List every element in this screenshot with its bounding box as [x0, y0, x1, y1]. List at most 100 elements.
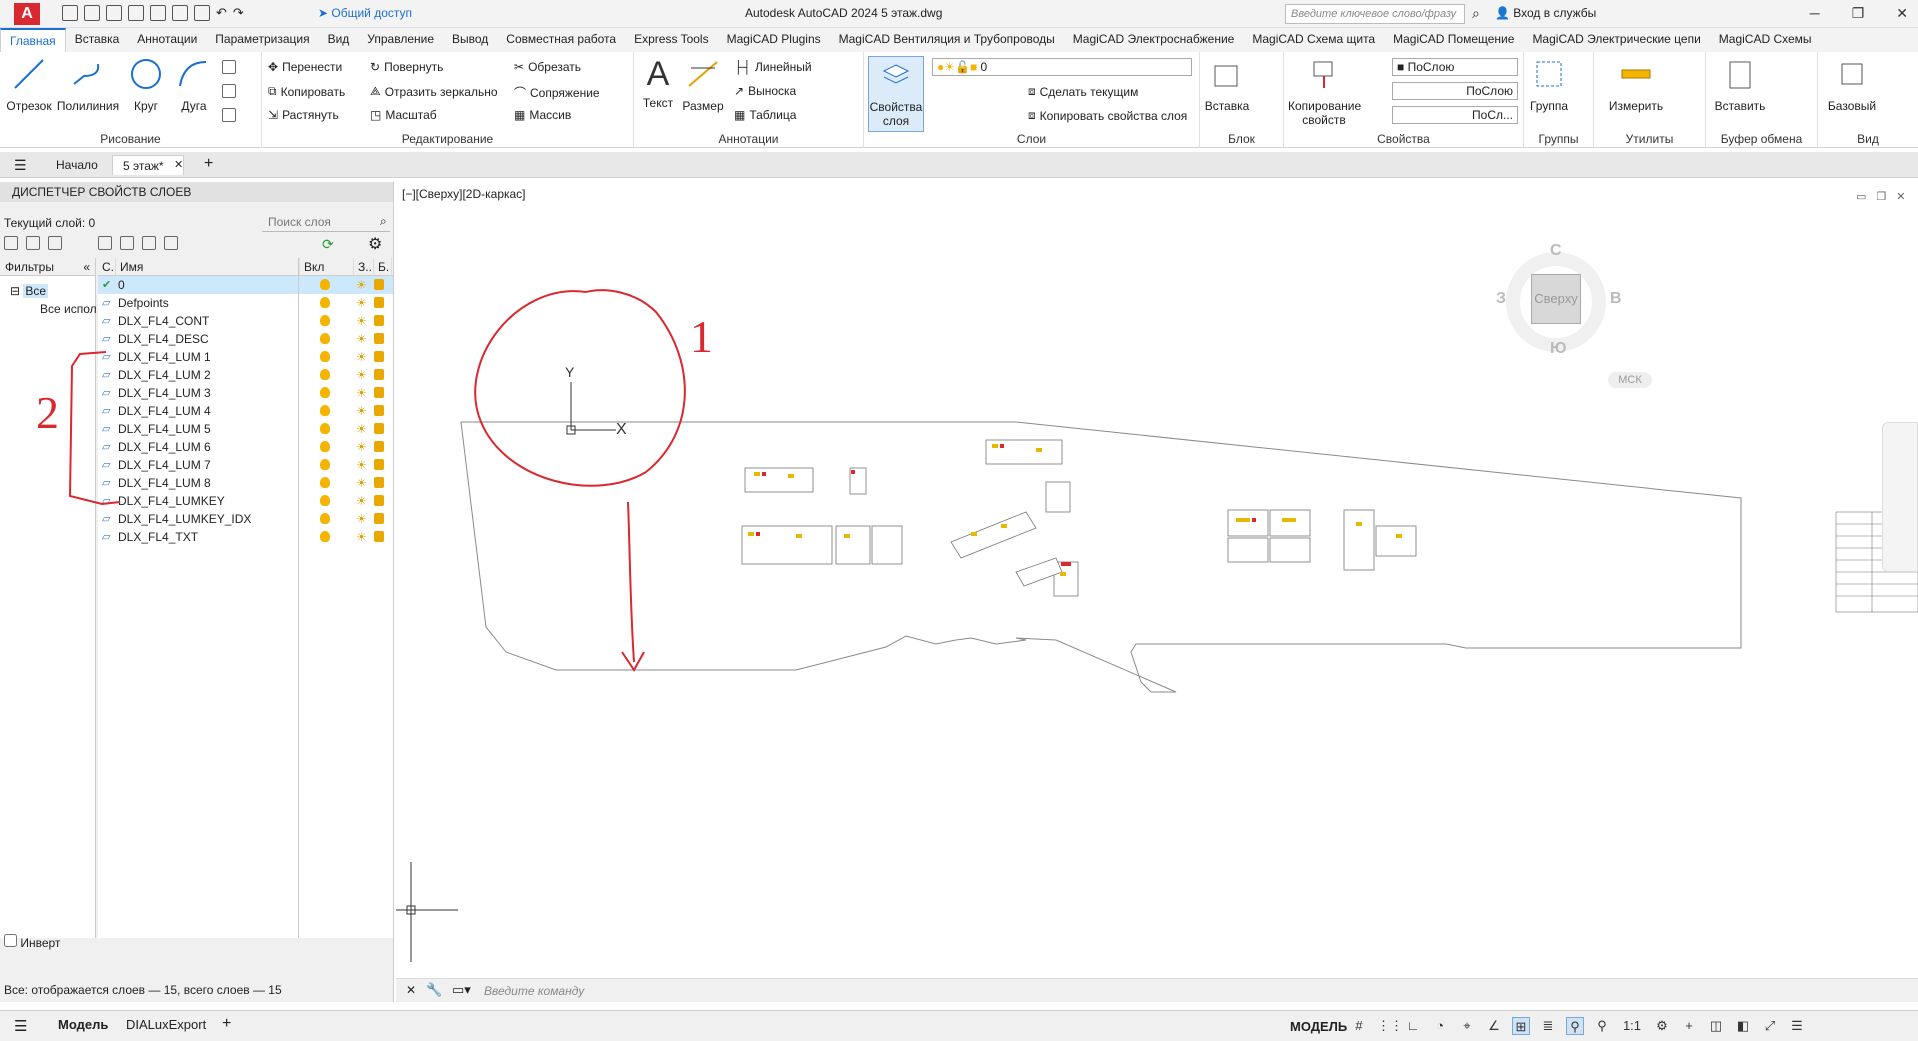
- layer-row[interactable]: ✔ 0 ☀: [98, 276, 393, 294]
- isolate-icon[interactable]: ◫: [1707, 1017, 1725, 1035]
- thaw-sun-icon[interactable]: ☀: [356, 297, 368, 309]
- bulb-on-icon[interactable]: [320, 297, 330, 308]
- tab-dialux[interactable]: DIALuxExport: [126, 1017, 206, 1032]
- osnap-icon[interactable]: ⌖: [1458, 1017, 1476, 1035]
- thaw-sun-icon[interactable]: ☀: [356, 459, 368, 471]
- redo-icon[interactable]: ↷: [233, 5, 244, 21]
- web-open-icon[interactable]: [150, 5, 166, 21]
- layer-search-icon[interactable]: ⌕: [380, 214, 387, 229]
- tree-all[interactable]: ⊟ Все: [10, 284, 49, 298]
- thaw-sun-icon[interactable]: ☀: [356, 333, 368, 345]
- command-input[interactable]: Введите команду: [484, 984, 584, 998]
- nav-bar[interactable]: [1882, 422, 1918, 572]
- bulb-on-icon[interactable]: [320, 351, 330, 362]
- refresh-icon[interactable]: ⟳: [322, 236, 334, 253]
- scale-button[interactable]: ◳ Масштаб: [370, 108, 437, 122]
- paste-button[interactable]: Вставить: [1710, 56, 1770, 113]
- ribbon-tab-0[interactable]: Главная: [0, 28, 66, 52]
- match-layer-button[interactable]: ⧈ Копировать свойства слоя: [1028, 108, 1187, 123]
- layout-menu-icon[interactable]: ☰: [14, 1017, 27, 1035]
- thaw-sun-icon[interactable]: ☀: [356, 279, 368, 291]
- add-icon[interactable]: +: [1680, 1017, 1698, 1035]
- stretch-button[interactable]: ⇲ Растянуть: [268, 108, 339, 122]
- thaw-sun-icon[interactable]: ☀: [356, 531, 368, 543]
- insert-button[interactable]: Вставка: [1202, 56, 1252, 113]
- viewcube-west[interactable]: З: [1496, 290, 1506, 308]
- new-icon[interactable]: [62, 5, 78, 21]
- thaw-sun-icon[interactable]: ☀: [356, 351, 368, 363]
- ribbon-tab-7[interactable]: Совместная работа: [497, 28, 625, 52]
- bulb-on-icon[interactable]: [320, 513, 330, 524]
- menu-icon[interactable]: ☰: [14, 157, 27, 174]
- bulb-on-icon[interactable]: [320, 531, 330, 542]
- tree-expand-icon[interactable]: ⊟: [10, 284, 23, 298]
- modify-panel-title[interactable]: Редактирование: [262, 132, 633, 146]
- set-current-icon[interactable]: [164, 236, 178, 250]
- layer-row[interactable]: ▱ DLX_FL4_TXT ☀: [98, 528, 393, 546]
- web-save-icon[interactable]: [172, 5, 188, 21]
- new-layer-frozen-icon[interactable]: [120, 236, 134, 250]
- annotation-panel-title[interactable]: Аннотации: [634, 132, 863, 146]
- ribbon-tab-1[interactable]: Вставка: [66, 28, 129, 52]
- ribbon-tab-11[interactable]: MagiCAD Электроснабжение: [1064, 28, 1244, 52]
- utilities-panel-title[interactable]: Утилиты: [1594, 132, 1705, 146]
- tab-model[interactable]: Модель: [58, 1017, 108, 1032]
- unlock-icon[interactable]: [374, 495, 384, 506]
- layer-states-icon[interactable]: [48, 236, 62, 250]
- hatch-icon[interactable]: [222, 84, 236, 98]
- make-current-button[interactable]: ⧈ Сделать текущим: [1028, 84, 1138, 99]
- plot-icon[interactable]: [194, 5, 210, 21]
- drawing-viewport[interactable]: [−][Сверху][2D-каркас] Y X 1 Сверху С Ю …: [396, 182, 1918, 1002]
- bulb-on-icon[interactable]: [320, 369, 330, 380]
- thaw-sun-icon[interactable]: ☀: [356, 405, 368, 417]
- group-filter-icon[interactable]: [26, 236, 40, 250]
- thaw-sun-icon[interactable]: ☀: [356, 513, 368, 525]
- unlock-icon[interactable]: [374, 405, 384, 416]
- bulb-on-icon[interactable]: [320, 279, 330, 290]
- new-filter-icon[interactable]: [4, 236, 18, 250]
- thaw-sun-icon[interactable]: ☀: [356, 369, 368, 381]
- layer-search-input[interactable]: Поиск слоя: [262, 212, 390, 232]
- unlock-icon[interactable]: [374, 477, 384, 488]
- invert-checkbox[interactable]: Инверт: [4, 934, 60, 950]
- vp-minimize-icon[interactable]: ▭: [1856, 190, 1866, 203]
- viewcube-north[interactable]: С: [1550, 242, 1562, 260]
- viewcube-top-face[interactable]: Сверху: [1531, 274, 1581, 324]
- annotation-visibility-icon[interactable]: ⚲: [1566, 1017, 1584, 1035]
- thaw-sun-icon[interactable]: ☀: [356, 423, 368, 435]
- close-tab-icon[interactable]: ✕: [174, 158, 183, 171]
- mirror-button[interactable]: ⟁ Отразить зеркально: [370, 84, 498, 99]
- restore-icon[interactable]: ❐: [1852, 5, 1865, 22]
- properties-panel-title[interactable]: Свойства: [1284, 132, 1523, 146]
- save-icon[interactable]: [106, 5, 122, 21]
- clipboard-panel-title[interactable]: Буфер обмена: [1706, 132, 1817, 146]
- bulb-on-icon[interactable]: [320, 315, 330, 326]
- thaw-sun-icon[interactable]: ☀: [356, 387, 368, 399]
- cmd-customize-icon[interactable]: 🔧: [426, 982, 442, 998]
- delete-layer-icon[interactable]: [142, 236, 156, 250]
- header-status[interactable]: С.: [98, 258, 116, 275]
- app-logo[interactable]: A: [14, 3, 40, 25]
- circle-button[interactable]: Круг: [124, 56, 168, 113]
- unlock-icon[interactable]: [374, 513, 384, 524]
- unlock-icon[interactable]: [374, 279, 384, 290]
- ribbon-tab-9[interactable]: MagiCAD Plugins: [718, 28, 830, 52]
- open-icon[interactable]: [84, 5, 100, 21]
- trim-button[interactable]: ✂ Обрезать: [514, 60, 581, 74]
- lineweight-icon[interactable]: ≣: [1539, 1017, 1557, 1035]
- layer-name[interactable]: DLX_FL4_TXT: [118, 530, 198, 544]
- ribbon-tab-13[interactable]: MagiCAD Помещение: [1384, 28, 1523, 52]
- bulb-on-icon[interactable]: [320, 387, 330, 398]
- fillet-button[interactable]: ⌒ Сопряжение: [514, 84, 600, 101]
- bulb-on-icon[interactable]: [320, 441, 330, 452]
- otrack-icon[interactable]: ∠: [1485, 1017, 1503, 1035]
- dynamic-ucs-icon[interactable]: ⊞: [1512, 1017, 1530, 1035]
- layer-name[interactable]: Defpoints: [118, 296, 169, 310]
- unlock-icon[interactable]: [374, 459, 384, 470]
- layer-name[interactable]: DLX_FL4_DESC: [118, 332, 209, 346]
- vp-restore-icon[interactable]: ❐: [1876, 190, 1886, 203]
- unlock-icon[interactable]: [374, 333, 384, 344]
- lineweight-dropdown[interactable]: ПоСл...: [1392, 106, 1518, 124]
- line-button[interactable]: Отрезок: [4, 56, 54, 113]
- unlock-icon[interactable]: [374, 351, 384, 362]
